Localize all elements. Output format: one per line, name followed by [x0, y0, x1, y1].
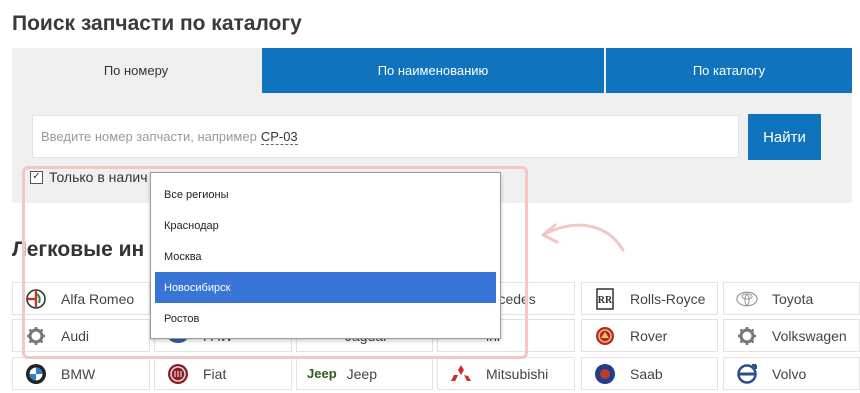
tab-by-name[interactable]: По наименованию — [262, 48, 604, 93]
region-option[interactable]: Ростов — [155, 303, 496, 334]
brand-label: Toyota — [772, 290, 814, 307]
tab-by-catalog[interactable]: По каталогу — [606, 48, 852, 93]
region-option[interactable]: Краснодар — [155, 210, 496, 241]
brand-fiat[interactable]: Fiat — [154, 357, 292, 390]
brand-label: Saab — [630, 365, 663, 382]
brand-jeep[interactable]: Jeep Jeep — [296, 357, 433, 390]
page-title: Поиск запчасти по каталогу — [12, 12, 302, 35]
brand-label: Rolls-Royce — [630, 290, 706, 307]
saab-logo-icon — [594, 363, 616, 385]
brand-volvo[interactable]: Volvo — [723, 357, 860, 390]
brand-saab[interactable]: Saab — [581, 357, 718, 390]
brand-mitsubishi[interactable]: Mitsubishi — [437, 357, 575, 390]
brand-toyota[interactable]: Toyota — [723, 282, 860, 315]
search-placeholder: Введите номер запчасти, например — [41, 129, 257, 144]
fiat-logo-icon — [167, 363, 189, 385]
brand-rover[interactable]: Rover — [581, 319, 718, 352]
jeep-logo-icon: Jeep — [307, 366, 337, 381]
brand-label: Volkswagen — [772, 327, 847, 344]
mitsubishi-logo-icon — [450, 363, 472, 385]
toyota-logo-icon — [736, 288, 758, 310]
brand-label: Rover — [630, 327, 668, 344]
brand-volkswagen[interactable]: Volkswagen — [723, 319, 860, 352]
brand-label: BMW — [61, 365, 96, 382]
region-option[interactable]: Москва — [155, 241, 496, 272]
region-option-selected[interactable]: Новосибирск — [155, 272, 496, 303]
rolls-royce-logo-icon: RR — [594, 287, 616, 310]
gear-icon — [736, 325, 758, 347]
brand-rolls-royce[interactable]: RR Rolls-Royce — [581, 282, 718, 315]
tab-by-number[interactable]: По номеру — [12, 48, 260, 93]
pointer-arrow-icon — [541, 223, 625, 252]
brand-label: Fiat — [203, 365, 227, 382]
brand-label: Volvo — [772, 365, 807, 382]
example-part-link[interactable]: CP-03 — [260, 129, 298, 145]
brand-label: Mitsubishi — [486, 365, 549, 382]
bmw-logo-icon — [25, 363, 47, 385]
find-button[interactable]: Найти — [748, 114, 821, 160]
part-number-input[interactable]: Введите номер запчасти, например CP-03 — [32, 115, 739, 158]
brand-label: Jeep — [346, 365, 377, 382]
brand-bmw[interactable]: BMW — [12, 357, 150, 390]
rover-logo-icon — [594, 325, 616, 347]
region-dropdown[interactable]: Все регионы Краснодар Москва Новосибирск… — [150, 172, 501, 339]
volvo-logo-icon — [736, 363, 758, 385]
region-option[interactable]: Все регионы — [155, 179, 496, 210]
svg-text:RR: RR — [598, 295, 613, 306]
